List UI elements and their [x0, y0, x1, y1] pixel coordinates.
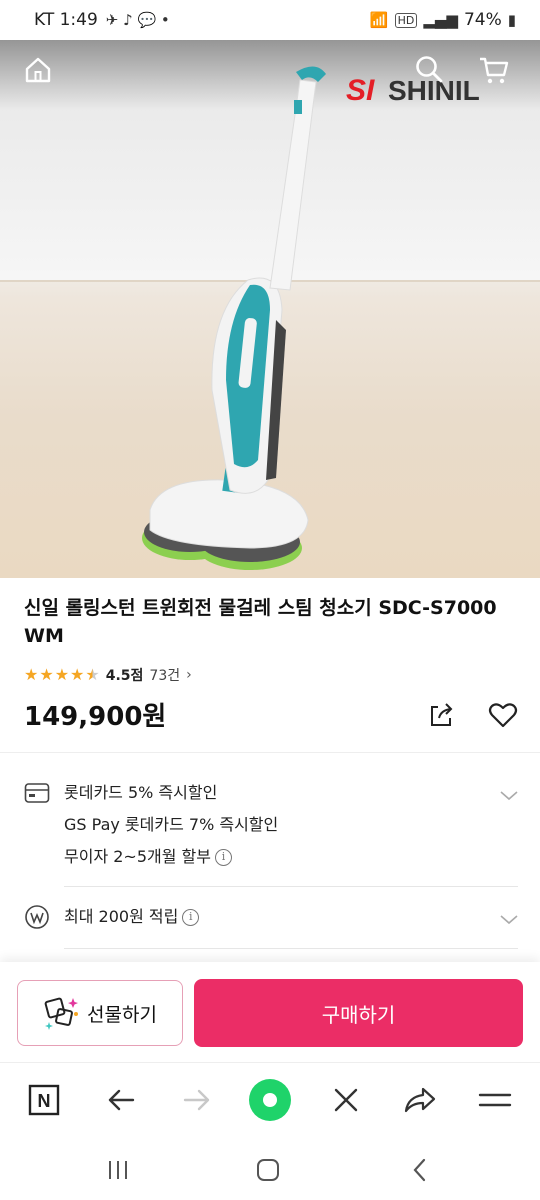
product-title: 신일 롤링스턴 트윈회전 물걸레 스팀 청소기 SDC-S7000 WM — [24, 597, 497, 647]
benefit-line: GS Pay 롯데카드 7% 즉시할인 — [64, 815, 279, 834]
credit-card-icon — [24, 783, 50, 803]
share-page-button[interactable] — [397, 1077, 443, 1123]
buy-button[interactable]: 구매하기 — [194, 979, 523, 1047]
cart-button[interactable] — [474, 50, 514, 90]
home-button[interactable] — [18, 50, 58, 90]
share-button[interactable] — [424, 698, 458, 732]
back-nav-button[interactable] — [400, 1150, 440, 1190]
rating-stars: ★ ★ ★ ★ ★ — [24, 667, 100, 683]
chevron-right-icon: › — [186, 667, 192, 683]
star-icon: ★ — [54, 665, 70, 684]
benefit-divider — [64, 886, 518, 887]
close-icon — [334, 1088, 358, 1112]
steam-mop-illustration — [142, 66, 326, 570]
battery-text: 74% — [463, 10, 502, 30]
heart-icon — [488, 703, 518, 728]
share-icon — [431, 703, 453, 726]
product-price: 149,900원 — [24, 702, 167, 732]
recent-apps-icon — [109, 1161, 127, 1179]
menu-button[interactable] — [472, 1077, 518, 1123]
section-divider — [0, 752, 540, 753]
wishlist-button[interactable] — [486, 698, 520, 732]
gift-icon — [44, 997, 79, 1030]
info-icon[interactable]: i — [182, 909, 200, 926]
chevron-down-icon[interactable] — [498, 784, 520, 806]
half-star-icon: ★ — [85, 665, 100, 684]
points-benefit[interactable]: 최대 200원 적립 i — [24, 904, 520, 934]
purchase-action-bar: 선물하기 구매하기 — [0, 962, 540, 1062]
back-button[interactable] — [98, 1077, 144, 1123]
star-icon: ★ — [24, 665, 39, 684]
hd-icon: HD — [394, 12, 418, 28]
naver-home-button[interactable]: N — [21, 1077, 67, 1123]
star-icon: ★ — [70, 665, 85, 684]
forward-button[interactable] — [174, 1077, 220, 1123]
browser-toolbar: N — [0, 1062, 540, 1136]
green-dot-button[interactable] — [247, 1077, 293, 1123]
notification-icons: ✈ ♪ 💬 • — [105, 11, 170, 29]
home-nav-button[interactable] — [248, 1150, 288, 1190]
wifi-icon: 📶 — [369, 11, 389, 29]
share-arrow-icon — [404, 1087, 436, 1113]
gift-button[interactable]: 선물하기 — [17, 980, 183, 1046]
menu-icon — [478, 1093, 512, 1107]
status-bar: KT 1:49 ✈ ♪ 💬 • 📶 HD ▂▄▆ 74% ▮ — [0, 0, 540, 40]
battery-icon: ▮ — [507, 11, 516, 29]
points-coin-icon — [25, 905, 49, 929]
recent-apps-button[interactable] — [98, 1150, 138, 1190]
chevron-down-icon[interactable] — [498, 908, 520, 930]
svg-text:SI: SI — [346, 74, 375, 106]
search-icon — [416, 56, 443, 83]
benefit-line: 무이자 2~5개월 할부 i — [64, 844, 278, 876]
benefit-divider — [64, 948, 518, 949]
installment-label: 무이자 2~5개월 할부 — [64, 847, 211, 866]
green-circle-icon — [249, 1079, 291, 1121]
rating-score: 4.5점 — [105, 668, 144, 684]
gift-label: 선물하기 — [87, 1003, 157, 1026]
product-image[interactable]: SI SHINIL — [0, 40, 540, 578]
star-icon: ★ — [39, 665, 54, 684]
search-button[interactable] — [410, 50, 448, 88]
info-icon[interactable]: i — [214, 849, 232, 866]
system-navigation-bar — [0, 1136, 540, 1200]
home-square-icon — [257, 1159, 279, 1181]
naver-n-icon: N — [28, 1084, 60, 1116]
close-tab-button[interactable] — [323, 1077, 369, 1123]
home-icon — [25, 57, 51, 83]
back-arrow-icon — [108, 1089, 135, 1111]
rating-row[interactable]: ★ ★ ★ ★ ★ 4.5점 73건 › — [24, 663, 192, 687]
back-chevron-icon — [413, 1158, 426, 1182]
points-label: 최대 200원 적립 — [64, 907, 179, 926]
cart-icon — [480, 57, 509, 84]
signal-icon: ▂▄▆ — [423, 11, 458, 29]
forward-arrow-icon — [183, 1089, 210, 1111]
review-count: 73건 — [149, 668, 181, 684]
benefit-line: 롯데카드 5% 즉시할인 — [64, 783, 218, 802]
points-label-row: 최대 200원 적립 i — [64, 904, 200, 930]
svg-text:N: N — [38, 1091, 51, 1111]
carrier-time: KT 1:49 — [34, 10, 98, 30]
